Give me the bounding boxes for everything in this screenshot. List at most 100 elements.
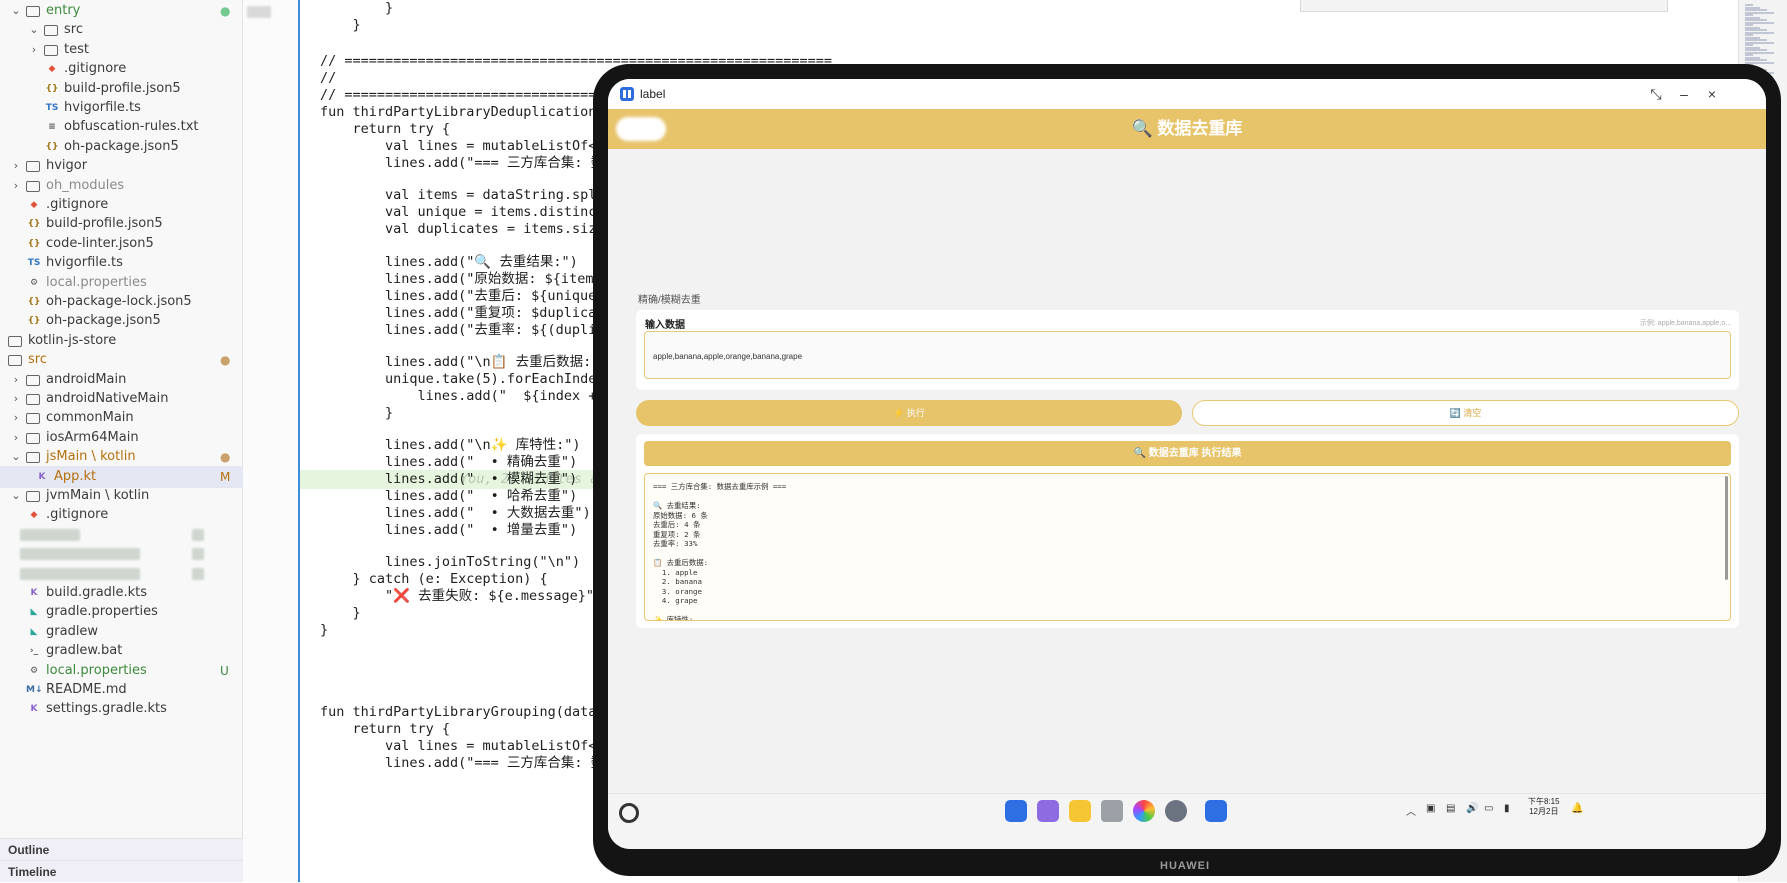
line-gutter	[243, 0, 298, 882]
clock[interactable]: 下午8:15 12月2日	[1528, 797, 1560, 817]
input-card: 输入数据 示例: apple,banana,apple,o... apple,b…	[636, 310, 1739, 390]
notes-icon[interactable]: ▤	[1446, 803, 1455, 814]
kt-file-icon: K	[30, 704, 38, 715]
output-line: 📋 去重后数据:	[653, 558, 709, 567]
redacted-badge	[192, 548, 204, 561]
code-line: lines.add(" • 增量去重")	[320, 522, 578, 538]
start-icon[interactable]	[619, 803, 639, 823]
multitask-icon[interactable]	[1037, 800, 1059, 822]
app-window-titlebar[interactable]: label ⤡ – ×	[608, 79, 1766, 109]
redacted-file	[20, 567, 140, 580]
code-line: }	[320, 622, 329, 638]
output-line: 原始数据: 6 条	[653, 510, 708, 520]
chevron-up-icon[interactable]: ︿	[1406, 803, 1416, 818]
gallery-icon[interactable]	[1133, 800, 1155, 822]
ts-file-icon: TS	[27, 258, 41, 269]
app-icon	[620, 87, 634, 101]
data-input-field[interactable]: apple,banana,apple,orange,banana,grape	[644, 331, 1731, 379]
clock-date: 12月2日	[1529, 807, 1559, 816]
files-icon[interactable]	[1069, 800, 1091, 822]
result-header: 🔍 数据去重库 执行结果	[644, 441, 1731, 466]
redacted-badge	[192, 567, 204, 580]
folder-icon	[26, 161, 40, 173]
json-file-icon: {}	[45, 141, 59, 152]
find-widget[interactable]	[1300, 0, 1668, 12]
git-file-icon: ◆	[30, 200, 38, 210]
settings-icon[interactable]	[1165, 800, 1187, 822]
running-app-icon[interactable]	[1205, 800, 1227, 822]
code-line: lines.add("去重率: ${(duplic	[320, 322, 605, 338]
gear-file-icon: ⚙	[29, 665, 39, 676]
execute-button[interactable]: ⚡ 执行	[636, 400, 1182, 426]
minimize-icon[interactable]: –	[1670, 79, 1698, 109]
output-line: 4. grape	[653, 596, 698, 605]
code-line: "❌ 去重失败: ${e.message}"	[320, 588, 595, 604]
result-output[interactable]: === 三方库合集: 数据去重库示例 === 🔍 去重结果: 原始数据: 6 条去重…	[644, 473, 1731, 621]
json-file-icon: {}	[27, 297, 41, 307]
battery-icon[interactable]: ▮	[1504, 803, 1510, 814]
output-line: 🔍 去重结果:	[653, 501, 701, 510]
gear-file-icon: ⚙	[29, 277, 39, 288]
explorer-file[interactable]: Ksettings.gradle.kts	[0, 698, 243, 720]
bell-icon[interactable]: 🔔	[1571, 803, 1583, 814]
launcher-icon[interactable]	[1005, 800, 1027, 822]
app-title: 🔍 数据去重库	[1131, 119, 1243, 138]
display-icon[interactable]: ▭	[1484, 803, 1493, 814]
taskbar: ︿ ▣ ▤ 🔊 ▭ ▮ 下午8:15 12月2日 🔔	[608, 793, 1766, 849]
git-file-icon: ◆	[48, 64, 56, 75]
code-line: val duplicates = items.size	[320, 221, 605, 237]
input-hint: 示例: apple,banana,apple,o...	[1639, 320, 1731, 327]
input-method-icon[interactable]: ▣	[1426, 803, 1435, 814]
volume-icon[interactable]: 🔊	[1466, 803, 1478, 814]
folder-icon	[26, 491, 40, 502]
ide-window: ⌄ entry ● ⌄ src › test ◆ .gitignore{} build-profi…	[0, 0, 1787, 882]
bat-file-icon: ›_	[29, 646, 39, 657]
output-line: 去重率: 33%	[653, 539, 698, 548]
output-line: 1. apple	[653, 567, 698, 577]
folder-icon	[26, 413, 40, 425]
folder-icon	[44, 44, 58, 56]
output-line: 3. orange	[653, 586, 702, 596]
redacted-file	[20, 548, 140, 561]
ts-file-icon: TS	[45, 103, 59, 113]
output-line: ✨ 库特性:	[653, 615, 694, 621]
window-title: label	[640, 87, 666, 101]
mode-label: 精确/模糊去重	[638, 295, 701, 306]
restore-icon[interactable]: ⤡	[1642, 79, 1670, 109]
folder-icon	[8, 335, 22, 347]
folder-icon	[26, 180, 40, 192]
output-scrollbar[interactable]	[1725, 476, 1728, 580]
close-icon[interactable]: ×	[1698, 79, 1726, 109]
output-line: 重复项: 2 条	[653, 529, 701, 539]
gradle-file-icon: ◣	[30, 626, 38, 637]
git-file-icon: ◆	[30, 510, 38, 521]
folder-icon	[26, 394, 40, 405]
code-line: }	[320, 405, 394, 421]
folder-icon	[26, 432, 40, 444]
redacted-file	[20, 528, 80, 541]
timeline-panel[interactable]: Timeline	[0, 860, 243, 882]
file-explorer: ⌄ entry ● ⌄ src › test ◆ .gitignore{} build-profi…	[0, 0, 243, 882]
input-title: 输入数据	[645, 320, 685, 331]
gradle-file-icon: ◣	[30, 607, 38, 618]
trash-icon[interactable]	[1101, 800, 1123, 822]
clear-button[interactable]: 🔄 清空	[1192, 400, 1739, 426]
device-brand: HUAWEI	[1160, 860, 1210, 872]
outline-panel[interactable]: Outline	[0, 838, 243, 860]
code-line: lines.add("=== 三方库合集: 数	[320, 155, 605, 171]
kt-file-icon: K	[38, 471, 46, 482]
emulator-screen[interactable]: label ⤡ – × 🔍 数据去重库 精确/模糊去重 输入数据 示例: app…	[608, 79, 1766, 849]
result-card: 🔍 数据去重库 执行结果 === 三方库合集: 数据去重库示例 === 🔍 去重结…	[636, 434, 1739, 628]
txt-file-icon: ≡	[48, 122, 56, 133]
explorer-item-label: settings.gradle.kts	[46, 701, 167, 717]
json-file-icon: {}	[27, 219, 41, 230]
output-line: === 三方库合集: 数据去重库示例 ===	[653, 482, 787, 491]
redacted-badge	[192, 528, 204, 541]
app-header: 🔍 数据去重库	[608, 109, 1766, 149]
json-file-icon: {}	[27, 316, 41, 327]
output-line: 2. banana	[653, 577, 702, 586]
folder-icon	[44, 25, 58, 37]
